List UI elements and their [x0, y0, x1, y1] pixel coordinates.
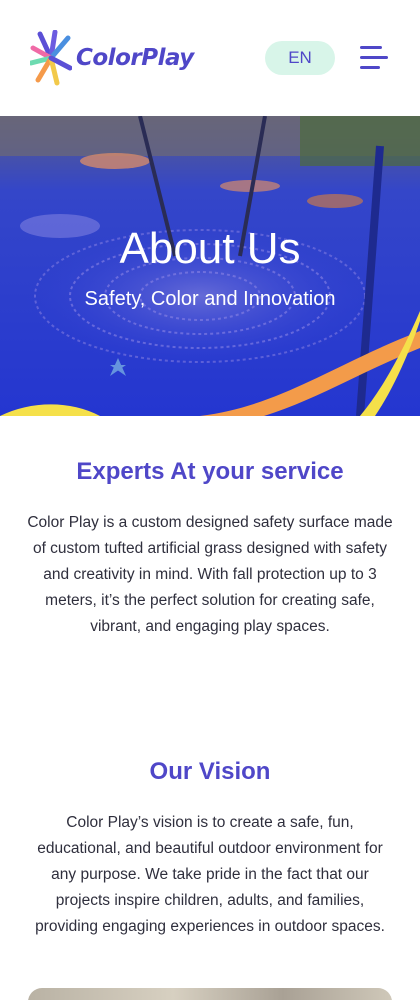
site-header: ColorPlay EN: [0, 0, 420, 116]
menu-bar-top: [360, 46, 382, 49]
vision-photo: [28, 988, 392, 1000]
section-body: Color Play is a custom designed safety s…: [27, 514, 393, 635]
menu-bar-middle: [360, 56, 388, 59]
hero-banner: About Us Safety, Color and Innovation: [0, 116, 420, 416]
section-body: Color Play’s vision is to create a safe,…: [35, 814, 385, 935]
menu-bar-bottom: [360, 66, 380, 69]
vision-section: Our Vision Color Play’s vision is to cre…: [0, 758, 420, 940]
section-heading: Experts At your service: [76, 458, 344, 485]
brand-logo[interactable]: ColorPlay: [30, 30, 194, 86]
language-button[interactable]: EN: [265, 41, 335, 75]
experts-section: Experts At your service Color Play is a …: [0, 458, 420, 640]
brand-name: ColorPlay: [76, 45, 194, 71]
section-heading: Our Vision: [149, 758, 271, 785]
hero-title: About Us: [119, 224, 301, 273]
hamburger-menu-icon[interactable]: [360, 46, 390, 70]
burst-logo-icon: [30, 30, 72, 86]
hero-subtitle: Safety, Color and Innovation: [84, 288, 336, 310]
